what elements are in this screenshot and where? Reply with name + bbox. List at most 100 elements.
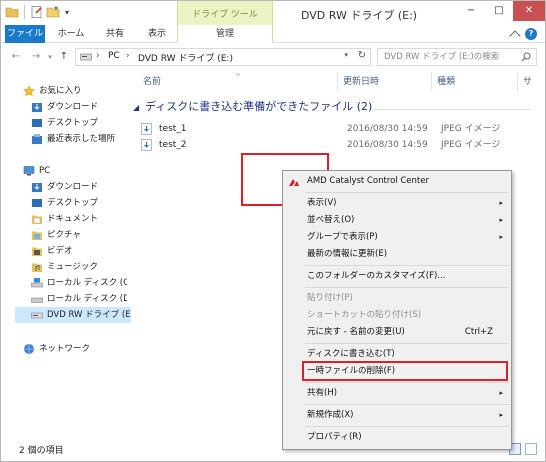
view-buttons <box>509 443 537 455</box>
properties-icon[interactable] <box>30 5 44 19</box>
nav-favorites-recent-places[interactable]: 最近表示した場所 <box>31 131 127 147</box>
nav-pc-desktop[interactable]: デスクトップ <box>31 195 127 211</box>
tab-view[interactable]: 表示 <box>139 25 175 43</box>
keyboard-shortcut: Ctrl+Z <box>464 327 493 337</box>
menu-item-label: 新規作成(X) <box>307 410 354 420</box>
nav-favorites-desktop[interactable]: デスクトップ <box>31 115 127 131</box>
column-divider[interactable] <box>517 73 518 91</box>
nav-network[interactable]: ネットワーク <box>23 341 127 357</box>
table-row[interactable]: test_1 2016/08/30 14:59 JPEG イメージ <box>141 121 541 137</box>
nav-item-label: ビデオ <box>47 246 73 256</box>
ribbon-controls: ? <box>509 28 537 42</box>
close-button[interactable]: ✕ <box>513 1 545 21</box>
tab-home[interactable]: ホーム <box>53 25 89 43</box>
submenu-arrow-icon: ▸ <box>499 216 503 224</box>
breadcrumb-dvd-drive[interactable]: DVD RW ドライブ (E:) <box>138 51 233 64</box>
new-folder-icon[interactable] <box>46 5 60 19</box>
minimize-button[interactable]: − <box>457 1 485 21</box>
address-bar[interactable]: › PC › DVD RW ドライブ (E:) ▾ ↻ <box>75 48 371 66</box>
menu-separator <box>305 382 509 383</box>
file-date: 2016/08/30 14:59 <box>347 140 428 150</box>
address-history-dropdown-icon[interactable]: ▾ <box>344 51 348 59</box>
documents-icon <box>31 213 43 225</box>
folder-icon[interactable] <box>5 5 19 19</box>
nav-favorites[interactable]: お気に入り <box>23 83 127 99</box>
menu-item-refresh[interactable]: 最新の情報に更新(E) <box>283 246 511 263</box>
column-header-date[interactable]: 更新日時 <box>343 71 379 93</box>
menu-separator <box>305 265 509 266</box>
breadcrumb-pc[interactable]: PC <box>108 51 120 61</box>
maximize-button[interactable]: □ <box>485 1 513 21</box>
menu-item-view[interactable]: 表示(V) ▸ <box>283 195 511 212</box>
tab-share[interactable]: 共有 <box>97 25 133 43</box>
pictures-icon <box>31 229 43 241</box>
contextual-tab-group-drive-tools: ドライブ ツール <box>177 1 273 25</box>
tab-file[interactable]: ファイル <box>5 25 45 43</box>
menu-item-customize-folder[interactable]: このフォルダーのカスタマイズ(F)... <box>283 268 511 285</box>
nav-item-label: ダウンロード <box>47 182 99 192</box>
expand-ribbon-icon[interactable] <box>509 30 521 42</box>
large-icons-view-icon[interactable] <box>525 443 537 455</box>
nav-pc-dvd-drive[interactable]: DVD RW ドライブ (E <box>15 307 131 323</box>
customize-toolbar-dropdown-icon[interactable]: ▾ <box>62 8 72 17</box>
contextual-tab-group-label: ドライブ ツール <box>192 10 258 20</box>
nav-favorites-downloads[interactable]: ダウンロード <box>31 99 127 115</box>
column-divider[interactable] <box>431 73 432 91</box>
menu-item-new[interactable]: 新規作成(X) ▸ <box>283 407 511 424</box>
nav-item-label: ミュージック <box>47 262 98 272</box>
tab-manage[interactable]: 管理 <box>177 25 273 43</box>
refresh-icon[interactable]: ↻ <box>358 50 366 61</box>
menu-item-paste-shortcut: ショートカットの貼り付け(S) <box>283 307 511 324</box>
column-header-size[interactable]: サ <box>523 71 532 93</box>
file-name: test_2 <box>159 140 187 150</box>
column-header-name[interactable]: 名前 <box>143 71 161 93</box>
file-name: test_1 <box>159 124 187 134</box>
column-header-type[interactable]: 種類 <box>437 71 455 93</box>
network-icon <box>23 343 35 355</box>
recent-locations-dropdown-icon[interactable]: ▾ <box>46 50 54 64</box>
menu-item-label: ショートカットの貼り付け(S) <box>307 310 422 320</box>
title-bar: ▾ ドライブ ツール DVD RW ドライブ (E:) − □ ✕ <box>1 1 545 25</box>
back-button[interactable]: ← <box>9 50 23 64</box>
jpeg-burn-file-icon <box>141 123 152 135</box>
nav-pc-local-disk-c[interactable]: ローカル ディスク (C:) <box>31 275 127 291</box>
menu-item-label: プロパティ(R) <box>307 432 362 442</box>
nav-pc-local-disk-d[interactable]: ローカル ディスク (D:) <box>31 291 127 307</box>
menu-item-undo-rename[interactable]: 元に戻す - 名前の変更(U) Ctrl+Z <box>283 324 511 341</box>
menu-item-share[interactable]: 共有(H) ▸ <box>283 385 511 402</box>
breadcrumb-separator[interactable]: › <box>126 51 130 61</box>
submenu-arrow-icon: ▸ <box>499 389 503 397</box>
search-icon[interactable] <box>521 52 531 62</box>
column-divider[interactable] <box>337 73 338 91</box>
search-box[interactable] <box>377 48 537 66</box>
collapse-group-icon[interactable]: ◢ <box>133 100 139 116</box>
breadcrumb-separator[interactable]: › <box>96 51 100 61</box>
menu-item-sort-by[interactable]: 並べ替え(O) ▸ <box>283 212 511 229</box>
item-count: 2 個の項目 <box>19 446 64 456</box>
window-title: DVD RW ドライブ (E:) <box>301 9 418 22</box>
menu-item-amd-catalyst[interactable]: AMD Catalyst Control Center <box>283 173 511 190</box>
menu-item-label: グループで表示(P) <box>307 232 378 242</box>
menu-item-paste: 貼り付け(P) <box>283 290 511 307</box>
nav-item-label: ダウンロード <box>47 102 99 112</box>
videos-icon <box>31 245 43 257</box>
toolbar-divider <box>24 5 25 19</box>
menu-separator <box>305 404 509 405</box>
nav-pc-downloads[interactable]: ダウンロード <box>31 179 127 195</box>
quick-access-toolbar: ▾ <box>5 5 72 19</box>
menu-item-properties[interactable]: プロパティ(R) <box>283 429 511 446</box>
forward-button[interactable]: → <box>29 50 43 64</box>
submenu-arrow-icon: ▸ <box>499 411 503 419</box>
group-divider <box>371 109 531 110</box>
search-input[interactable] <box>384 51 514 63</box>
nav-item-label: 最近表示した場所 <box>47 134 116 144</box>
table-row[interactable]: test_2 2016/08/30 14:59 JPEG イメージ <box>141 137 541 153</box>
nav-pc[interactable]: PC <box>23 163 127 179</box>
nav-pc-pictures[interactable]: ピクチャ <box>31 227 127 243</box>
help-icon[interactable]: ? <box>525 28 537 40</box>
nav-pc-videos[interactable]: ビデオ <box>31 243 127 259</box>
nav-pc-music[interactable]: ミュージック <box>31 259 127 275</box>
nav-pc-documents[interactable]: ドキュメント <box>31 211 127 227</box>
up-button[interactable]: ↑ <box>57 50 71 64</box>
menu-item-group-by[interactable]: グループで表示(P) ▸ <box>283 229 511 246</box>
